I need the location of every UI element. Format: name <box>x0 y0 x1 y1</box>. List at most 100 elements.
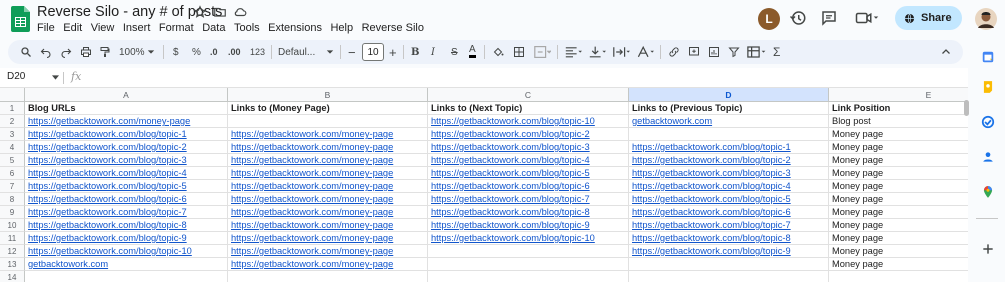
table-cell[interactable]: Money page <box>829 219 968 232</box>
menu-edit[interactable]: Edit <box>63 22 82 34</box>
vertical-scrollbar[interactable] <box>964 100 969 116</box>
row-header[interactable]: 12 <box>0 245 25 258</box>
row-header[interactable]: 7 <box>0 180 25 193</box>
table-cell[interactable]: https://getbacktowork.com/money-page <box>228 193 428 206</box>
row-header[interactable]: 14 <box>0 271 25 282</box>
table-cell[interactable]: https://getbacktowork.com/blog/topic-8 <box>629 232 829 245</box>
menu-data[interactable]: Data <box>202 22 225 34</box>
strikethrough-button[interactable]: S <box>451 44 458 60</box>
redo-icon[interactable] <box>60 44 72 60</box>
table-cell[interactable]: https://getbacktowork.com/blog/topic-6 <box>25 193 228 206</box>
row-header[interactable]: 13 <box>0 258 25 271</box>
table-cell[interactable]: https://getbacktowork.com/blog/topic-1 <box>629 141 829 154</box>
table-cell[interactable]: https://getbacktowork.com/blog/topic-4 <box>428 154 629 167</box>
table-cell[interactable]: https://getbacktowork.com/blog/topic-7 <box>428 193 629 206</box>
merge-cells-icon[interactable] <box>533 44 551 60</box>
column-header-d[interactable]: D <box>629 88 829 102</box>
menu-help[interactable]: Help <box>330 22 353 34</box>
insert-chart-icon[interactable] <box>708 44 720 60</box>
font-chevron-down-icon[interactable] <box>326 44 334 60</box>
sheets-logo-icon[interactable] <box>11 6 30 32</box>
row-header[interactable]: 3 <box>0 128 25 141</box>
insert-comment-icon[interactable] <box>688 44 700 60</box>
table-cell[interactable]: https://getbacktowork.com/money-page <box>228 154 428 167</box>
zoom-chevron-down-icon[interactable] <box>147 44 155 60</box>
name-box[interactable]: D20 <box>7 71 25 82</box>
table-cell[interactable]: https://getbacktowork.com/money-page <box>228 180 428 193</box>
cloud-status-icon[interactable] <box>233 5 247 19</box>
table-cell[interactable]: https://getbacktowork.com/blog/topic-5 <box>629 193 829 206</box>
table-cell[interactable]: https://getbacktowork.com/blog/topic-4 <box>629 180 829 193</box>
table-cell[interactable]: https://getbacktowork.com/blog/topic-3 <box>25 154 228 167</box>
table-cell[interactable]: Money page <box>829 167 968 180</box>
font-family-select[interactable]: Defaul... <box>278 44 315 60</box>
table-cell[interactable]: https://getbacktowork.com/blog/topic-10 <box>428 232 629 245</box>
star-icon[interactable] <box>193 5 207 19</box>
table-cell[interactable]: Money page <box>829 258 968 271</box>
row-header[interactable]: 5 <box>0 154 25 167</box>
menu-extensions[interactable]: Extensions <box>268 22 322 34</box>
spreadsheet-grid[interactable]: A B C D E 1 Blog URLs Links to (Money Page) Link… <box>0 88 968 282</box>
filter-icon[interactable] <box>728 44 740 60</box>
filter-views-icon[interactable] <box>746 44 766 60</box>
table-cell[interactable]: https://getbacktowork.com/blog/topic-2 <box>428 128 629 141</box>
table-cell[interactable] <box>428 245 629 258</box>
meet-icon[interactable] <box>854 9 880 27</box>
row-header[interactable]: 10 <box>0 219 25 232</box>
font-size-decrease-button[interactable]: − <box>348 44 356 60</box>
row-header[interactable]: 8 <box>0 193 25 206</box>
functions-button[interactable]: Σ <box>773 44 780 60</box>
table-cell[interactable]: https://getbacktowork.com/blog/topic-6 <box>428 180 629 193</box>
table-cell[interactable]: https://getbacktowork.com/blog/topic-5 <box>428 167 629 180</box>
horizontal-align-icon[interactable] <box>564 44 582 60</box>
table-cell[interactable] <box>629 271 829 282</box>
search-menus-icon[interactable] <box>20 44 32 60</box>
undo-icon[interactable] <box>40 44 52 60</box>
table-cell[interactable]: https://getbacktowork.com/money-page <box>228 245 428 258</box>
table-cell[interactable]: getbacktowork.com <box>25 258 228 271</box>
vertical-align-icon[interactable] <box>588 44 606 60</box>
table-cell[interactable]: Money page <box>829 180 968 193</box>
row-header[interactable]: 1 <box>0 102 25 115</box>
bold-button[interactable]: B <box>411 44 419 60</box>
menu-insert[interactable]: Insert <box>123 22 151 34</box>
table-cell[interactable]: Money page <box>829 154 968 167</box>
name-box-chevron-icon[interactable] <box>52 75 59 80</box>
row-header[interactable]: 6 <box>0 167 25 180</box>
table-cell[interactable]: https://getbacktowork.com/blog/topic-10 <box>25 245 228 258</box>
table-cell[interactable]: Money page <box>829 232 968 245</box>
table-cell[interactable]: https://getbacktowork.com/blog/topic-3 <box>428 141 629 154</box>
row-header[interactable]: 2 <box>0 115 25 128</box>
select-all-corner[interactable] <box>0 88 25 102</box>
text-color-button[interactable]: A <box>469 44 476 58</box>
menu-format[interactable]: Format <box>159 22 194 34</box>
share-button[interactable]: Share <box>895 6 962 30</box>
table-cell[interactable]: Money page <box>829 128 968 141</box>
paint-format-icon[interactable] <box>99 44 111 60</box>
maps-icon[interactable] <box>981 185 995 199</box>
column-title-cell[interactable]: Blog URLs <box>25 102 228 115</box>
contacts-icon[interactable] <box>981 150 995 164</box>
table-cell[interactable] <box>428 258 629 271</box>
add-addon-plus-icon[interactable] <box>981 242 995 256</box>
tasks-icon[interactable] <box>981 115 995 129</box>
table-cell[interactable]: Money page <box>829 141 968 154</box>
table-cell[interactable] <box>629 128 829 141</box>
text-rotation-icon[interactable] <box>636 44 654 60</box>
column-title-cell[interactable]: Link Position <box>829 102 968 115</box>
currency-format-button[interactable]: $ <box>173 44 179 60</box>
text-wrapping-icon[interactable] <box>612 44 630 60</box>
table-cell[interactable]: https://getbacktowork.com/blog/topic-9 <box>629 245 829 258</box>
table-cell[interactable]: getbacktowork.com <box>629 115 829 128</box>
table-cell[interactable]: https://getbacktowork.com/blog/topic-2 <box>25 141 228 154</box>
table-cell[interactable]: https://getbacktowork.com/money-page <box>228 232 428 245</box>
menu-view[interactable]: View <box>91 22 115 34</box>
table-cell[interactable]: https://getbacktowork.com/blog/topic-10 <box>428 115 629 128</box>
table-cell[interactable]: https://getbacktowork.com/money-page <box>25 115 228 128</box>
table-cell[interactable] <box>829 271 968 282</box>
profile-avatar-icon[interactable] <box>975 8 997 30</box>
column-title-cell[interactable]: Links to (Previous Topic) <box>629 102 829 115</box>
menu-tools[interactable]: Tools <box>234 22 260 34</box>
table-cell[interactable] <box>428 271 629 282</box>
keep-icon[interactable] <box>981 80 995 94</box>
